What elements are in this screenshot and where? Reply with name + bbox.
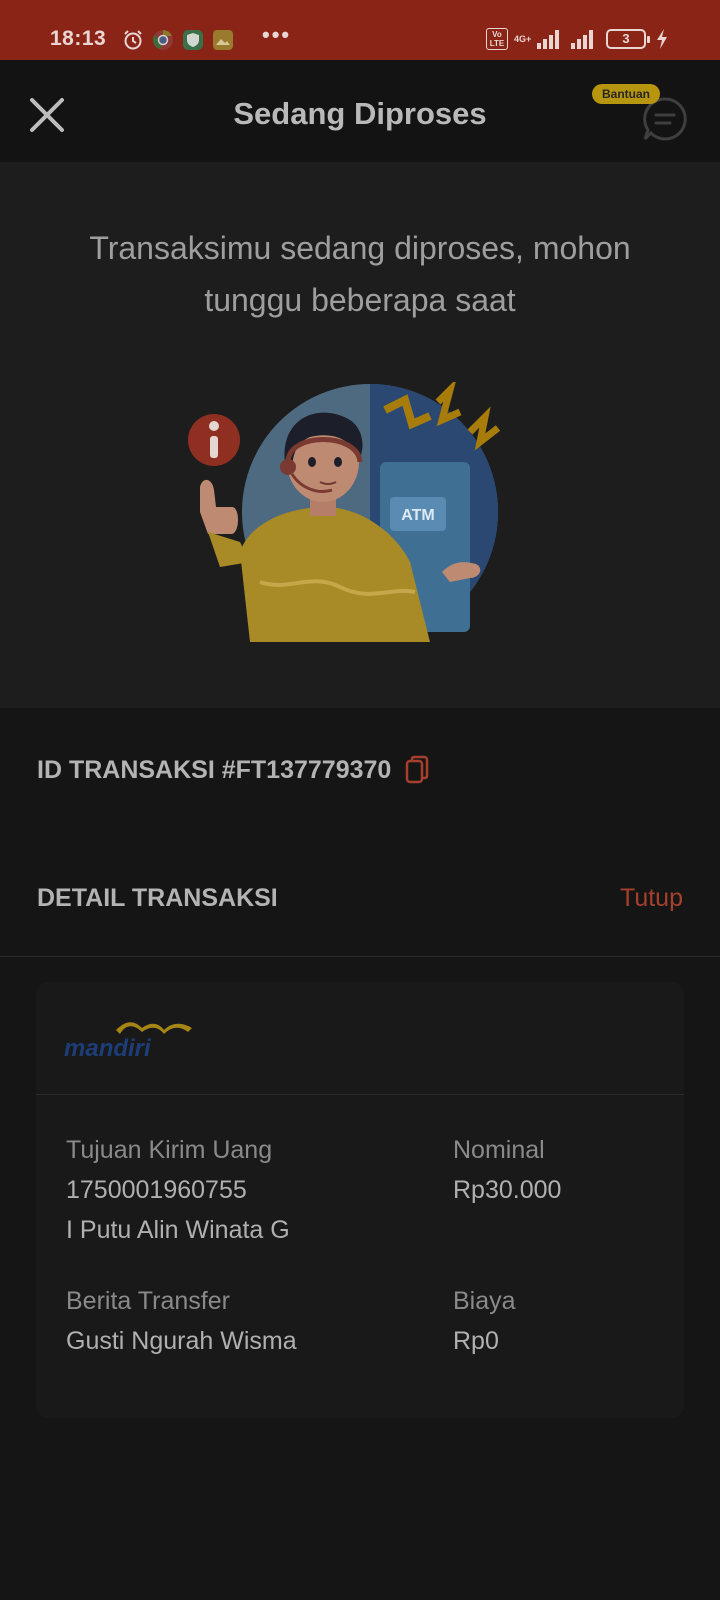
status-time: 18:13	[50, 27, 107, 50]
alarm-icon	[124, 30, 142, 50]
volte-icon: Vo LTE	[486, 28, 508, 50]
gallery-app-icon	[213, 30, 233, 50]
signal-icon-2	[571, 30, 593, 49]
recipient-name: I Putu Alin Winata G	[66, 1216, 290, 1244]
message-value: Gusti Ngurah Wisma	[66, 1327, 297, 1355]
bank-name: mandiri	[64, 1035, 152, 1058]
transaction-id: ID TRANSAKSI #FT137779370	[37, 755, 392, 784]
collapse-detail-button[interactable]: Tutup	[620, 884, 683, 913]
account-number: 1750001960755	[66, 1176, 247, 1204]
network-type: 4G+	[514, 34, 532, 44]
notification-icons	[122, 28, 234, 52]
charging-icon	[657, 29, 667, 49]
fee-value: Rp0	[453, 1327, 499, 1355]
battery-icon: 3	[606, 29, 650, 49]
nominal-label: Nominal	[453, 1136, 545, 1164]
nominal-value: Rp30.000	[453, 1176, 562, 1204]
customer-service-illustration: ATM	[188, 382, 501, 642]
processing-message: Transaksimu sedang diproses, mohon tungg…	[89, 230, 631, 318]
detail-title: DETAIL TRANSAKSI	[37, 884, 278, 912]
signal-icon	[537, 30, 559, 49]
message-field: Berita Transfer Gusti Ngurah Wisma	[66, 1281, 297, 1361]
detail-header: DETAIL TRANSAKSI Tutup	[37, 880, 683, 920]
message-label: Berita Transfer	[66, 1287, 230, 1315]
transaction-id-row: ID TRANSAKSI #FT137779370	[37, 750, 429, 790]
status-hero: Transaksimu sedang diproses, mohon tungg…	[0, 162, 720, 708]
system-icons: Vo LTE 4G+ 3	[486, 26, 668, 52]
transaction-detail-card: mandiri Tujuan Kirim Uang 1750001960755 …	[36, 982, 684, 1418]
section-divider	[0, 956, 720, 957]
status-bar: 18:13 ••• Vo LTE 4G+ 3	[0, 0, 720, 60]
atm-label: ATM	[401, 507, 434, 524]
nominal-field: Nominal Rp30.000	[453, 1130, 561, 1210]
fee-label: Biaya	[453, 1287, 516, 1315]
copy-icon[interactable]	[405, 755, 429, 785]
app-header: Sedang Diproses Bantuan	[0, 60, 720, 162]
help-badge: Bantuan	[592, 84, 660, 104]
card-divider	[36, 1094, 684, 1095]
mandiri-logo: mandiri	[64, 1022, 192, 1058]
recipient-label: Tujuan Kirim Uang	[66, 1136, 273, 1164]
more-notifications: •••	[262, 22, 292, 47]
recipient-field: Tujuan Kirim Uang 1750001960755 I Putu A…	[66, 1130, 290, 1250]
chrome-icon	[152, 30, 173, 50]
help-button[interactable]: Bantuan	[590, 84, 694, 148]
fee-field: Biaya Rp0	[453, 1281, 516, 1361]
shield-app-icon	[183, 30, 203, 50]
